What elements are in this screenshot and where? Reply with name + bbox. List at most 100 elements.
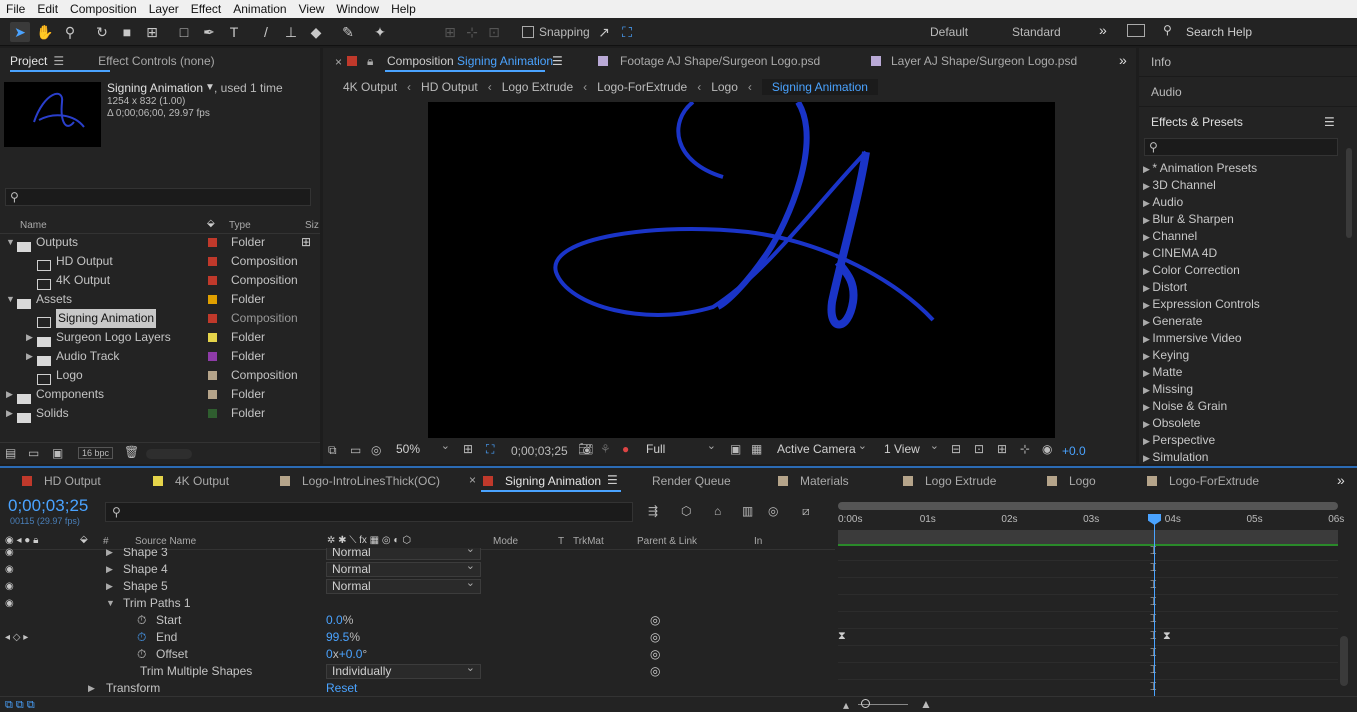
project-item[interactable]: ▶ Surgeon Logo Layers Folder [0, 328, 300, 347]
effects-category[interactable]: ▶ Perspective [1143, 432, 1215, 449]
effects-category[interactable]: ▶ 3D Channel [1143, 177, 1216, 194]
workspace-overflow-icon[interactable]: » [1099, 22, 1107, 38]
bit-depth-button[interactable]: 16 bpc [78, 447, 114, 459]
viewer-timecode[interactable]: 0;00;03;25 [511, 444, 568, 458]
timeline-track[interactable]: ⌶ [838, 578, 1338, 595]
timeline-scrollbar[interactable] [1340, 636, 1348, 686]
resolution-dropdown[interactable]: Full [641, 440, 721, 458]
label-swatch[interactable] [208, 276, 217, 285]
collapsed-triangle-icon[interactable]: ▶ [1143, 215, 1152, 225]
keyboard-icon[interactable] [1127, 24, 1145, 37]
flowchart-icon[interactable]: ⊹ [1020, 442, 1030, 456]
timeline-tab[interactable]: Logo Extrude [925, 474, 996, 488]
menu-view[interactable]: View [293, 2, 331, 16]
type-tool-icon[interactable]: T [224, 22, 244, 42]
views-dropdown[interactable]: 1 View [879, 440, 944, 458]
close-tab-icon[interactable]: × [335, 55, 342, 69]
timeline-tab[interactable]: Logo-ForExtrude [1169, 474, 1259, 488]
timeline-tab[interactable]: Materials [800, 474, 849, 488]
effects-category[interactable]: ▶ Noise & Grain [1143, 398, 1227, 415]
timeline-zoom-knob[interactable] [861, 699, 870, 708]
close-tab-icon[interactable]: × [469, 473, 476, 487]
collapsed-triangle-icon[interactable]: ▶ [1143, 232, 1152, 242]
col-parent[interactable]: Parent & Link [637, 536, 697, 547]
label-swatch[interactable] [208, 314, 217, 323]
breadcrumb-item[interactable]: Signing Animation [761, 79, 878, 95]
zoom-out-icon[interactable]: ▴ [843, 698, 849, 712]
comp-flowchart-footer-icon[interactable]: ⧉ ⧉ ⧉ [5, 699, 35, 712]
reset-exposure-icon[interactable]: ◉ [1042, 442, 1052, 456]
label-swatch[interactable] [208, 352, 217, 361]
collapsed-triangle-icon[interactable]: ▶ [1143, 368, 1152, 378]
collapsed-triangle-icon[interactable]: ▶ [1143, 419, 1152, 429]
timeline-timecode[interactable]: 0;00;03;25 [8, 496, 88, 516]
timeline-tab[interactable]: Logo-IntroLinesThick(OC) [302, 474, 440, 488]
timeline-tab[interactable]: Signing Animation [505, 474, 601, 488]
workspace-default[interactable]: Default [930, 25, 968, 39]
puppet-tool-icon[interactable]: ✦ [370, 22, 390, 42]
col-t[interactable]: T [558, 536, 564, 547]
trash-icon[interactable]: 🗑 [124, 445, 139, 459]
eraser-tool-icon[interactable]: ◆ [306, 22, 326, 42]
project-search-input[interactable]: ⚲ [5, 188, 311, 206]
audio-panel-tab[interactable]: Audio [1151, 85, 1182, 99]
timeline-tab[interactable]: Logo [1069, 474, 1096, 488]
display-icon[interactable]: ▭ [350, 443, 361, 457]
collapsed-triangle-icon[interactable]: ▶ [1143, 436, 1152, 446]
timeline-track[interactable]: ⌶⧗⧗ [838, 629, 1338, 646]
project-item[interactable]: Logo Composition [0, 366, 300, 386]
rotate-tool-icon[interactable]: ↻ [92, 22, 112, 42]
snapping-checkbox[interactable] [522, 26, 534, 38]
menu-animation[interactable]: Animation [227, 2, 292, 16]
label-swatch[interactable] [208, 390, 217, 399]
breadcrumb-item[interactable]: 4K Output [343, 80, 397, 94]
effects-category[interactable]: ▶ Generate [1143, 313, 1202, 330]
project-item[interactable]: 4K Output Composition [0, 271, 300, 291]
new-folder-icon[interactable]: ▭ [28, 446, 39, 460]
col-size-header[interactable]: Siz [305, 220, 319, 231]
effects-menu-icon[interactable]: ☰ [1324, 115, 1335, 129]
resolution-grid-icon[interactable]: ⊞ [463, 442, 473, 456]
pen-tool-icon[interactable]: ✒ [199, 22, 219, 42]
collapsed-triangle-icon[interactable]: ▶ [26, 328, 33, 347]
effects-category[interactable]: ▶ Obsolete [1143, 415, 1200, 432]
clone-stamp-tool-icon[interactable]: ⊥ [281, 22, 301, 42]
zoom-dropdown[interactable]: 50% [391, 440, 455, 458]
viewer-overflow-icon[interactable]: » [1119, 52, 1127, 68]
effects-category[interactable]: ▶ Expression Controls [1143, 296, 1260, 313]
zoom-in-icon[interactable]: ▲ [920, 697, 932, 711]
effects-presets-tab[interactable]: Effects & Presets [1151, 115, 1243, 129]
graph-editor-icon[interactable]: ⧄ [802, 504, 810, 519]
pan-behind-tool-icon[interactable]: ⊞ [142, 22, 162, 42]
time-ruler[interactable]: 0:00s 01s 02s 03s 04s 05s 06s [838, 512, 1344, 528]
col-name-header[interactable]: Name [20, 220, 47, 231]
effects-category[interactable]: ▶ Matte [1143, 364, 1182, 381]
effects-category[interactable]: ▶ Audio [1143, 194, 1183, 211]
tab-effect-controls[interactable]: Effect Controls (none) [88, 54, 225, 68]
snap-edge-icon[interactable]: ↗ [594, 22, 614, 42]
collapsed-triangle-icon[interactable]: ▶ [1143, 351, 1152, 361]
axis-world-icon[interactable]: ⊹ [462, 22, 482, 42]
camera-dropdown[interactable]: Active Camera [772, 440, 872, 458]
selection-tool-icon[interactable]: ➤ [10, 22, 30, 42]
comp-flowchart-icon[interactable]: ⊡ [974, 442, 984, 456]
snap-feature-icon[interactable]: ⛶ [617, 22, 637, 42]
collapsed-triangle-icon[interactable]: ▶ [1143, 198, 1152, 208]
collapsed-triangle-icon[interactable]: ▶ [1143, 453, 1152, 463]
interpret-footage-icon[interactable]: ▤ [5, 446, 16, 460]
project-item[interactable]: Signing Animation Composition [0, 309, 300, 329]
col-trkmat[interactable]: TrkMat [573, 536, 604, 547]
timeline-track[interactable]: ⌶ [838, 544, 1338, 561]
keyframe-icon[interactable]: ⧗ [1163, 630, 1171, 643]
timeline-track[interactable]: ⌶ [838, 561, 1338, 578]
motion-blur-icon[interactable]: ◎ [768, 504, 778, 518]
zoom-tool-icon[interactable]: ⚲ [60, 22, 80, 42]
col-source-name[interactable]: Source Name [135, 536, 196, 547]
label-swatch[interactable] [208, 409, 217, 418]
collapsed-triangle-icon[interactable]: ▶ [1143, 300, 1152, 310]
tab-project[interactable]: Project [0, 54, 57, 68]
effects-category[interactable]: ▶ Distort [1143, 279, 1187, 296]
menu-composition[interactable]: Composition [64, 2, 143, 16]
label-col-icon[interactable]: ⬙ [207, 218, 215, 229]
collapsed-triangle-icon[interactable]: ▶ [1143, 402, 1152, 412]
